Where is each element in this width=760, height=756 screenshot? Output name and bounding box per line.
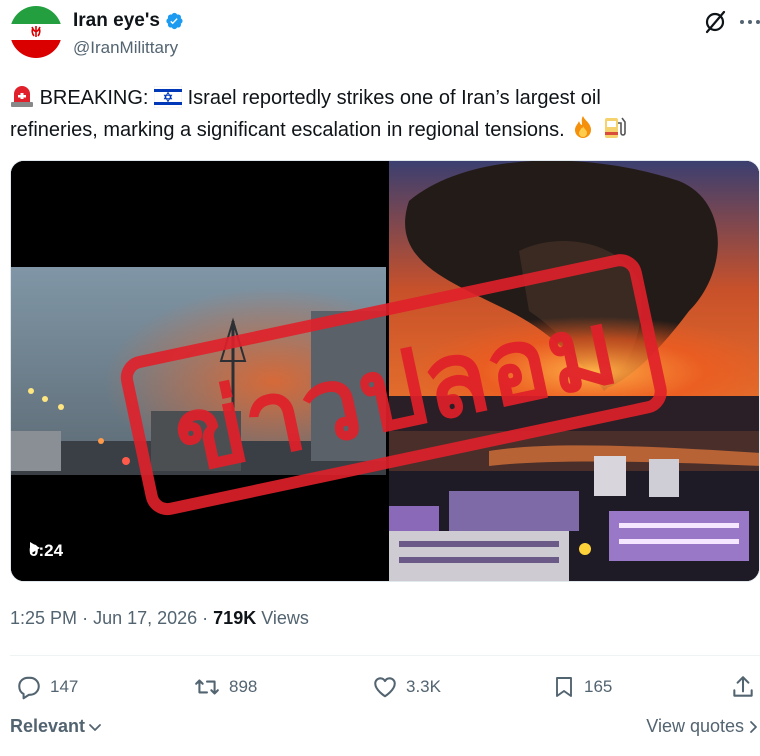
views-count: 719K [213,608,257,628]
israel-flag-icon [154,86,183,108]
repost-icon [195,679,219,695]
play-icon[interactable] [29,541,41,555]
bookmark-icon [556,677,572,697]
grok-icon[interactable] [702,9,728,35]
media-grid[interactable]: 0:24 ข่าวปลอม [10,160,760,582]
bookmark-count: 165 [584,677,613,696]
like-button[interactable]: 3.3K [372,670,441,704]
refinery-fire-image [389,161,759,581]
handle[interactable]: @IranMilittary [73,38,184,58]
sort-label: Relevant [10,716,86,736]
share-button[interactable] [730,670,756,704]
view-quotes-link[interactable]: View quotes [646,716,760,737]
more-options-icon[interactable] [738,9,760,35]
display-name[interactable]: Iran eye's [73,10,160,32]
like-count: 3.3K [406,677,441,696]
tweet-date[interactable]: Jun 17, 2026 [93,608,197,628]
video-thumbnail[interactable]: 0:24 [11,161,386,581]
views-label: Views [261,608,309,628]
image-thumbnail[interactable] [389,161,759,581]
video-duration-badge[interactable]: 0:24 [29,541,63,561]
tweet-meta: 1:25 PM · Jun 17, 2026 · 719K Views [10,608,309,629]
repost-button[interactable]: 898 [193,670,257,704]
iran-flag-icon [10,6,62,58]
reply-icon [18,676,40,700]
fuel-pump-icon [604,117,626,138]
replies-footer: Relevant View quotes [10,716,760,742]
tweet-header: Iran eye's @IranMilittary [10,6,760,62]
view-quotes-label: View quotes [646,716,744,736]
separator-dot: · [202,608,214,628]
heart-icon [374,677,396,698]
breaking-label: BREAKING: [39,87,149,109]
action-bar: 147 898 3.3K 165 [10,670,760,706]
divider [10,655,760,656]
chevron-down-icon [89,723,101,731]
tweet-text-line2: refineries, marking a significant escala… [10,119,565,141]
chevron-right-icon [750,720,757,733]
tweet-time[interactable]: 1:25 PM [10,608,77,628]
reply-count: 147 [50,677,79,696]
video-frame-image [11,161,386,581]
bookmark-button[interactable]: 165 [552,670,612,704]
sort-dropdown[interactable]: Relevant [10,716,103,737]
repost-count: 898 [229,677,258,696]
separator-dot: · [82,608,94,628]
display-name-row[interactable]: Iran eye's [73,9,184,33]
tweet-text-line1: Israel reportedly strikes one of Iran’s … [187,87,601,109]
reply-button[interactable]: 147 [16,670,78,704]
tweet-text: BREAKING: Israel reportedly strikes one … [10,82,750,146]
share-icon [733,676,753,697]
verified-badge-icon [166,12,183,30]
fire-icon [575,116,592,138]
avatar[interactable] [10,6,62,58]
rotating-light-icon [11,86,33,107]
